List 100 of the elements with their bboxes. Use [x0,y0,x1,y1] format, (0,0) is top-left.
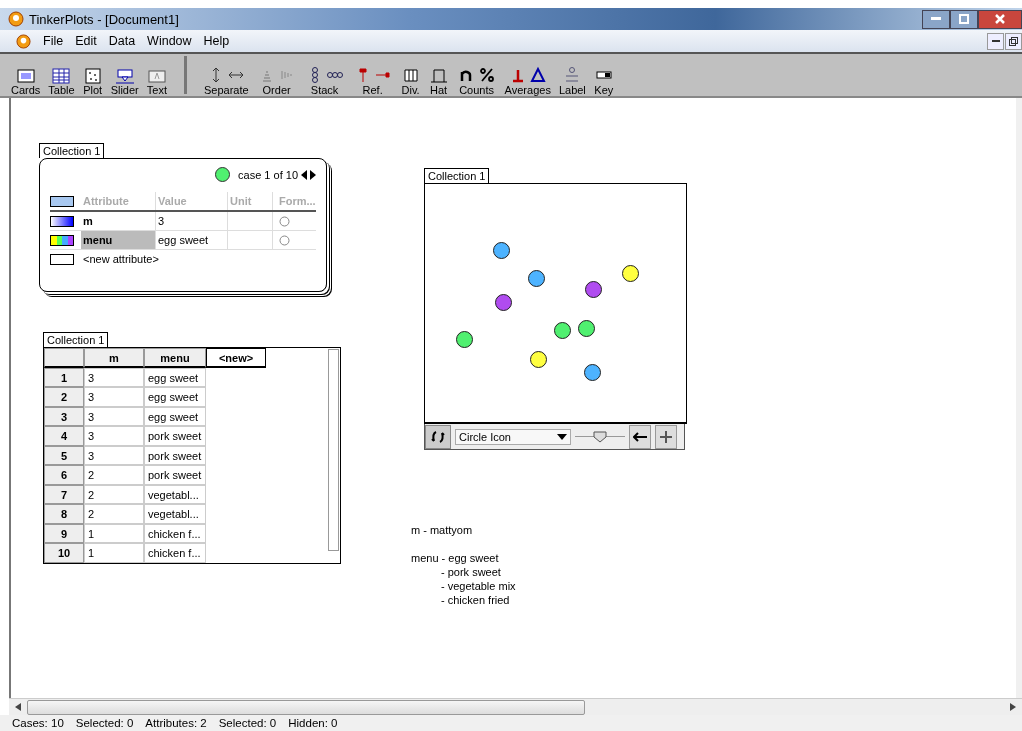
attribute-swatch-icon [50,253,74,265]
case-dot-icon[interactable] [456,331,473,348]
table-cell: egg sweet [144,406,206,426]
case-dot-icon[interactable] [622,265,639,282]
menu-item[interactable]: Data [108,34,136,48]
previous-case-icon[interactable] [301,169,307,180]
maximize-button[interactable] [950,9,978,29]
row-number: 9 [44,523,84,543]
case-dot-icon[interactable] [554,322,571,339]
slider-icon [114,68,135,84]
table-cell: pork sweet [144,426,206,446]
close-button[interactable] [978,9,1022,29]
attribute-name: m [82,214,94,229]
menu-item[interactable]: File [43,34,64,48]
table-icon [51,68,72,84]
attribute-swatch-icon [50,234,74,246]
table-cell: 2 [84,465,144,485]
case-dot-icon[interactable] [528,270,545,287]
text-icon [146,68,167,84]
scroll-left-icon[interactable] [15,703,21,711]
menu-item[interactable]: Help [203,34,230,48]
toolbar-button[interactable]: Div. [397,66,424,96]
table-cell: 1 [84,543,144,563]
plus-icon [660,430,672,443]
table-cell: pork sweet [144,445,206,465]
case-dot-icon[interactable] [530,351,547,368]
table-cell: 3 [84,367,144,387]
formula-radio-icon[interactable] [279,234,290,246]
minimize-icon [991,39,1000,43]
left-arrow-icon [633,431,647,442]
menu-item[interactable]: Window [147,34,192,48]
status-text: Selected: 0 [75,717,134,729]
case-dot-icon[interactable] [495,294,512,311]
maximize-icon [959,14,969,24]
toolbar-button[interactable]: Text [143,68,170,96]
scrollbar[interactable] [1016,98,1022,698]
toolbar-button[interactable]: Table [45,68,78,96]
crosshair-button[interactable] [655,424,677,449]
close-icon [995,14,1005,24]
scrollbar[interactable] [328,349,339,551]
attribute-row[interactable]: menu egg sweet [50,231,316,250]
status-text: Selected: 0 [218,717,277,729]
minimize-button[interactable] [922,9,950,29]
menu-item[interactable]: Edit [75,34,97,48]
case-dot-icon[interactable] [584,364,601,381]
attribute-name: menu [81,231,155,249]
icon-type-dropdown[interactable]: Circle Icon [455,428,571,445]
window-title: TinkerPlots - [Document1] [29,11,179,27]
row-number: 10 [44,543,84,563]
attribute-swatch-icon [50,215,74,227]
toolbar-button[interactable]: Counts [453,66,500,96]
toolbar-button[interactable]: Hat [425,66,452,96]
restore-button[interactable] [1005,32,1022,50]
table-cell: 2 [84,484,144,504]
text-line: menu - egg sweet [411,551,500,565]
case-dot-icon[interactable] [585,281,602,298]
attribute-row[interactable]: m 3 [50,212,316,231]
table-cell: 1 [84,523,144,543]
restore-icon [1009,36,1018,46]
column-header[interactable]: m [84,348,144,368]
toolbar-button[interactable]: Key [590,66,617,96]
toolbar-button[interactable]: Plot [79,68,106,96]
attribute-value: 3 [155,212,227,230]
toolbar-button[interactable]: Label [555,66,589,96]
dropdown-arrow-icon [557,433,567,440]
row-number: 2 [44,387,84,407]
toolbar-button[interactable]: Slider [107,68,142,96]
column-header: Form... [272,192,318,210]
table-cell: chicken f... [144,523,206,543]
attribute-swatch-icon [50,195,74,207]
table-cell: 2 [84,504,144,524]
next-case-icon[interactable] [310,169,316,180]
case-dot-icon[interactable] [578,320,595,337]
collection-label: Collection 1 [424,168,490,183]
toolbar-button[interactable]: Ref. [349,66,396,96]
case-dot-icon[interactable] [493,242,510,259]
toolbar-button[interactable]: Separate [200,66,252,96]
table-cell: 3 [84,406,144,426]
toolbar-button[interactable]: Cards [8,68,44,96]
mix-up-button[interactable] [425,424,451,449]
row-number: 1 [44,367,84,387]
toolbar-button[interactable]: Averages [501,66,554,96]
card-icon [15,68,36,84]
row-number: 4 [44,426,84,446]
minimize-button[interactable] [987,32,1004,50]
attribute-value: egg sweet [155,231,227,249]
text-line: - vegetable mix [440,579,516,593]
row-number: 5 [44,445,84,465]
table-cell: egg sweet [144,367,206,387]
scroll-right-icon[interactable] [1010,703,1016,711]
toolbar-button[interactable]: Stack [301,66,348,96]
column-header[interactable]: menu [144,348,206,368]
formula-radio-icon[interactable] [279,215,290,227]
back-arrow-button[interactable] [629,424,651,449]
scrollbar-thumb[interactable] [27,699,585,715]
slider-thumb-icon[interactable] [593,430,607,443]
toolbar-button[interactable]: Order [253,66,300,96]
new-attribute-field[interactable]: <new attribute> [81,250,159,268]
column-header[interactable]: <new> [206,348,266,368]
collection-label: Collection 1 [39,143,105,158]
